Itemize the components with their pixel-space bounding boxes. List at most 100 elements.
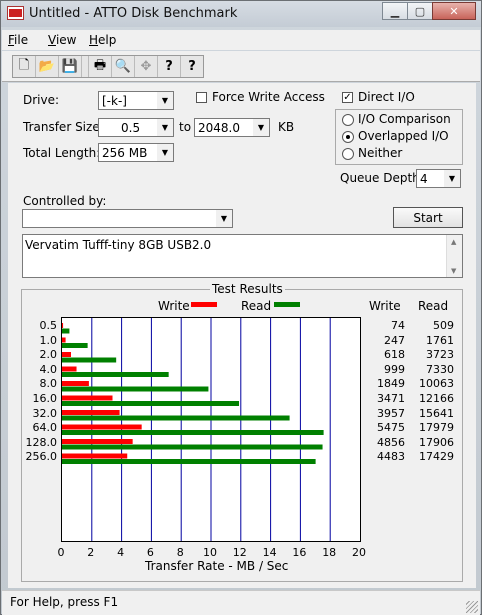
write-bar: [62, 323, 64, 328]
write-bar: [62, 337, 66, 343]
read-bar: [62, 430, 324, 435]
read-value: 3723: [426, 348, 454, 362]
chevron-down-icon[interactable]: ▼: [216, 210, 232, 227]
drive-select[interactable]: [-k-] ▼: [98, 91, 174, 110]
maximize-icon: ▢: [414, 4, 426, 18]
print-preview-button[interactable]: 🔍: [112, 56, 135, 77]
x-tick-label: 12: [232, 546, 247, 559]
write-value: 1849: [377, 377, 405, 391]
write-value: 74: [391, 319, 405, 332]
close-button[interactable]: ✕: [432, 2, 476, 20]
scroll-up-icon[interactable]: ▲: [451, 238, 456, 246]
description-text: Vervatim Tufff-tiny 8GB USB2.0: [25, 238, 212, 252]
context-help-button[interactable]: ?: [181, 56, 203, 77]
controlled-by-label: Controlled by:: [23, 194, 107, 208]
x-tick-label: 14: [262, 546, 277, 559]
x-tick-label: 18: [322, 546, 337, 559]
print-preview-icon: 🔍: [114, 59, 132, 74]
start-button[interactable]: Start: [393, 207, 463, 228]
read-value: 17979: [419, 421, 454, 435]
transfer-size-to-select[interactable]: 2048.0 ▼: [194, 118, 270, 137]
menu-help[interactable]: Help: [89, 33, 116, 47]
total-length-select[interactable]: 256 MB ▼: [98, 143, 174, 162]
description-scrollbar[interactable]: ▲ ▼: [446, 235, 462, 277]
title-bar[interactable]: Untitled - ATTO Disk Benchmark ▁ ▢ ✕: [1, 1, 481, 27]
write-legend-swatch: [191, 302, 217, 307]
open-button[interactable]: 📂: [36, 56, 59, 77]
atto-app-icon[interactable]: [7, 6, 24, 20]
read-bar: [62, 459, 316, 464]
write-value: 999: [384, 362, 405, 376]
write-bar: [62, 381, 89, 386]
read-value: 15641: [419, 406, 454, 420]
move-button[interactable]: ✥: [135, 56, 158, 77]
total-length-value: 256 MB: [102, 146, 148, 160]
help-icon: ?: [165, 59, 173, 74]
save-button[interactable]: 💾: [59, 56, 82, 77]
chevron-down-icon[interactable]: ▼: [157, 92, 173, 109]
description-textarea[interactable]: Vervatim Tufff-tiny 8GB USB2.0 ▲ ▼: [22, 234, 463, 278]
transfer-size-from-select[interactable]: 0.5 ▼: [98, 118, 174, 137]
menu-view[interactable]: View: [48, 33, 76, 47]
chevron-down-icon[interactable]: ▼: [444, 170, 460, 187]
neither-radio[interactable]: [342, 148, 354, 160]
write-value: 5475: [377, 421, 405, 435]
write-bar: [62, 366, 77, 372]
chevron-down-icon[interactable]: ▼: [157, 119, 173, 136]
read-bar: [62, 372, 169, 377]
row-label: 16.0: [32, 392, 58, 405]
queue-depth-select[interactable]: 4 ▼: [416, 169, 461, 188]
minimize-icon: ▁: [390, 4, 400, 18]
write-value: 3471: [377, 392, 405, 405]
drive-label: Drive:: [23, 93, 60, 107]
test-results-title: Test Results: [210, 282, 285, 296]
minimize-button[interactable]: ▁: [382, 2, 408, 20]
write-bar: [62, 410, 120, 415]
toolbar: 🗋 📂 💾 🖶 🔍 ✥ ? ?: [2, 51, 480, 82]
io-comparison-radio[interactable]: [342, 114, 354, 126]
overlapped-io-radio[interactable]: [342, 131, 354, 143]
chevron-down-icon[interactable]: ▼: [253, 119, 269, 136]
checkmark-icon: ✓: [343, 92, 352, 103]
help-button[interactable]: ?: [158, 56, 181, 77]
force-write-label: Force Write Access: [212, 90, 325, 104]
write-legend-label: Write: [158, 299, 190, 313]
force-write-checkbox[interactable]: [196, 92, 207, 103]
write-bar: [62, 424, 142, 430]
x-tick-label: 4: [117, 546, 125, 559]
row-label: 256.0: [25, 450, 58, 464]
to-label: to: [179, 120, 192, 134]
new-button[interactable]: 🗋: [13, 56, 36, 77]
print-icon: 🖶: [93, 57, 107, 73]
overlapped-io-label: Overlapped I/O: [358, 129, 449, 143]
chevron-down-icon[interactable]: ▼: [157, 144, 173, 161]
x-tick-label: 8: [176, 546, 184, 559]
direct-io-checkbox[interactable]: ✓: [342, 92, 353, 103]
x-tick-label: 16: [292, 546, 307, 559]
scroll-down-icon[interactable]: ▼: [451, 267, 456, 275]
controlled-by-select[interactable]: ▼: [22, 209, 233, 228]
x-axis-label: Transfer Rate - MB / Sec: [145, 559, 289, 573]
read-legend-label: Read: [241, 299, 272, 313]
row-label: 4.0: [39, 362, 58, 376]
status-text: For Help, press F1: [10, 595, 119, 609]
print-button[interactable]: 🖶: [88, 56, 112, 77]
read-value: 17429: [419, 450, 454, 464]
menu-file[interactable]: File: [8, 33, 28, 47]
x-tick-label: 2: [87, 546, 95, 559]
transfer-size-label: Transfer Size:: [23, 120, 104, 134]
transfer-size-from-value: 0.5: [121, 121, 141, 135]
x-tick-label: 20: [352, 546, 366, 559]
read-bar: [62, 386, 209, 392]
write-bar: [62, 439, 133, 444]
maximize-button[interactable]: ▢: [407, 2, 433, 20]
row-label: 1.0: [39, 333, 58, 347]
write-value: 247: [384, 333, 405, 347]
context-help-icon: ?: [188, 59, 196, 74]
read-bar: [62, 343, 88, 348]
results-chart: [61, 317, 361, 542]
resize-grip-icon[interactable]: [466, 601, 478, 613]
status-bar: For Help, press F1: [2, 590, 480, 615]
read-bar: [62, 401, 240, 406]
read-value: 7330: [426, 362, 454, 376]
